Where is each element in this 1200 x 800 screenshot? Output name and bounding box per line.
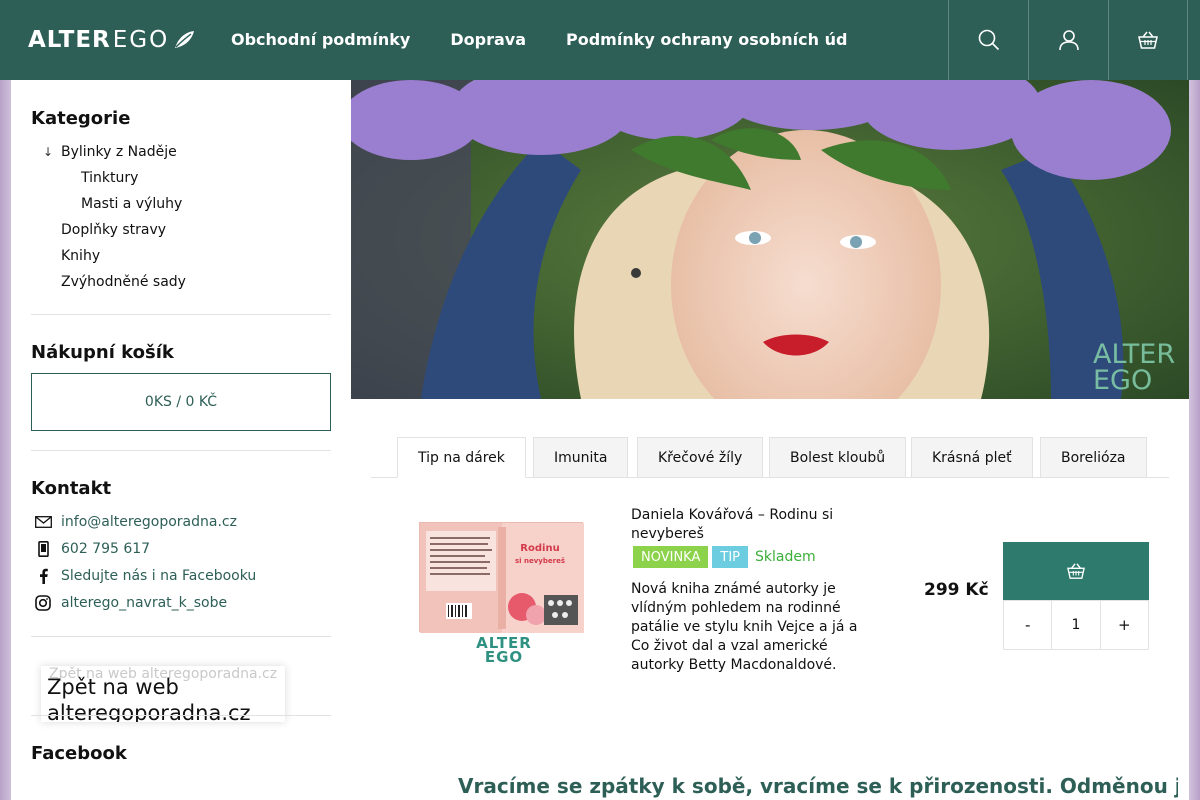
main-nav: Obchodní podmínky Doprava Podmínky ochra… xyxy=(231,28,848,52)
contact-phone[interactable]: 602 795 617 xyxy=(31,538,150,560)
cart-summary[interactable]: 0KS / 0 KČ xyxy=(31,373,331,431)
user-icon xyxy=(1058,30,1079,51)
contact-instagram-text: alterego_navrat_k_sobe xyxy=(61,595,228,611)
categories-heading: Kategorie xyxy=(31,108,131,129)
category-label: Zvýhodněné sady xyxy=(61,274,186,290)
nav-doprava[interactable]: Doprava xyxy=(450,28,526,52)
contact-heading: Kontakt xyxy=(31,478,112,499)
cart-button[interactable] xyxy=(1108,0,1188,80)
category-list: ↓ Bylinky z Naděje Tinktury Masti a výlu… xyxy=(31,142,331,298)
facebook-icon xyxy=(31,567,55,585)
contact-facebook-text: Sledujte nás i na Facebooku xyxy=(61,568,257,584)
hero-watermark-ego: EGO xyxy=(1093,365,1152,396)
category-item-tinktury[interactable]: Tinktury xyxy=(31,168,331,194)
contact-instagram[interactable]: alterego_navrat_k_sobe xyxy=(31,592,227,614)
category-item-masti[interactable]: Masti a výluhy xyxy=(31,194,331,220)
product-title[interactable]: Daniela Kovářová – Rodinu si nevybereš xyxy=(631,506,861,544)
divider xyxy=(31,450,331,451)
back-to-web-card[interactable]: Zpět na web alteregoporadna.cz Zpět na w… xyxy=(41,666,285,722)
phone-icon xyxy=(31,540,55,558)
product-image-logo: ALTER EGO xyxy=(469,636,539,666)
category-item-knihy[interactable]: Knihy xyxy=(31,246,331,272)
tab-bolest-kloubu[interactable]: Bolest kloubů xyxy=(769,437,907,478)
badge-tip: TIP xyxy=(712,546,748,568)
tab-imunita[interactable]: Imunita xyxy=(533,437,629,478)
nav-obchodni-podminky[interactable]: Obchodní podmínky xyxy=(231,28,410,52)
add-to-cart-button[interactable] xyxy=(1003,542,1149,600)
qty-plus-button[interactable]: + xyxy=(1099,601,1148,649)
tab-krecove-ziloy[interactable]: Křečové žíly xyxy=(637,437,764,478)
leaf-icon xyxy=(175,31,195,48)
divider xyxy=(31,715,331,716)
search-button[interactable] xyxy=(948,0,1028,80)
contact-phone-text: 602 795 617 xyxy=(61,541,151,557)
account-button[interactable] xyxy=(1028,0,1108,80)
svg-text:Rodinu: Rodinu xyxy=(520,543,559,554)
site-header: ALTER EGO Obchodní podmínky Doprava Podmí… xyxy=(0,0,1200,80)
product-description: Nová kniha známé autorky je vlídným pohl… xyxy=(631,581,858,673)
tab-krasna-plet[interactable]: Krásná pleť xyxy=(911,437,1033,478)
cart-summary-text: 0KS / 0 KČ xyxy=(144,394,218,410)
category-label: Bylinky z Naděje xyxy=(61,144,177,160)
product-badges: NOVINKA TIP Skladem xyxy=(633,546,816,568)
category-item-sady[interactable]: Zvýhodněné sady xyxy=(31,272,331,298)
category-item-bylinky[interactable]: ↓ Bylinky z Naděje xyxy=(31,142,331,168)
main-content: ALTER EGO Tip na dárek Imunita Křečové ž… xyxy=(351,80,1189,800)
nav-ochrana-udaju[interactable]: Podmínky ochrany osobních údajů xyxy=(566,28,848,52)
category-tabs: Tip na dárek Imunita Křečové žíly Bolest… xyxy=(371,437,1169,478)
category-label: Doplňky stravy xyxy=(61,222,167,238)
contact-facebook[interactable]: Sledujte nás i na Facebooku xyxy=(31,565,256,587)
cart-heading: Nákupní košík xyxy=(31,342,174,363)
basket-icon xyxy=(1138,31,1158,49)
contact-email-text: info@alteregoporadna.cz xyxy=(61,514,237,530)
svg-text:si nevybereš: si nevybereš xyxy=(515,557,565,565)
hero-banner: ALTER EGO xyxy=(351,80,1189,399)
qty-input[interactable]: 1 xyxy=(1051,601,1099,649)
qty-minus-button[interactable]: - xyxy=(1004,601,1051,649)
arrow-down-icon: ↓ xyxy=(43,145,54,159)
hero-photo: ALTER EGO xyxy=(351,80,1189,399)
instagram-icon xyxy=(31,594,55,612)
badge-new: NOVINKA xyxy=(633,546,709,568)
tab-tip-na-darek[interactable]: Tip na dárek xyxy=(397,437,526,478)
facebook-heading: Facebook xyxy=(31,743,127,764)
search-icon xyxy=(978,29,999,51)
divider xyxy=(31,636,331,637)
book-cover: Rodinu si nevybereš xyxy=(420,523,584,633)
divider xyxy=(31,314,331,315)
tagline: Vracíme se zpátky k sobě, vracíme se k p… xyxy=(458,774,1178,798)
product-card: Rodinu si nevybereš ALTER EGO Daniela Ko… xyxy=(371,500,1169,700)
site-logo[interactable]: ALTER EGO xyxy=(28,27,195,53)
quantity-stepper: - 1 + xyxy=(1003,600,1149,650)
category-label: Masti a výluhy xyxy=(81,196,183,212)
category-label: Tinktury xyxy=(81,170,139,186)
contact-email[interactable]: info@alteregoporadna.cz xyxy=(31,511,237,533)
logo-text-alter: ALTER xyxy=(28,27,111,53)
product-price: 299 Kč xyxy=(924,580,989,600)
mail-icon xyxy=(31,513,55,531)
category-label: Knihy xyxy=(61,248,101,264)
sidebar: Kategorie ↓ Bylinky z Naděje Tinktury Ma… xyxy=(11,80,351,800)
logo-text-ego: EGO xyxy=(112,27,170,53)
category-item-doplnky[interactable]: Doplňky stravy xyxy=(31,220,331,246)
basket-icon xyxy=(1067,563,1085,579)
product-image[interactable]: Rodinu si nevybereš xyxy=(419,522,584,633)
stock-status: Skladem xyxy=(755,549,816,565)
product-logo-ego: EGO xyxy=(484,648,524,666)
tab-borelioza[interactable]: Borelióza xyxy=(1040,437,1147,478)
